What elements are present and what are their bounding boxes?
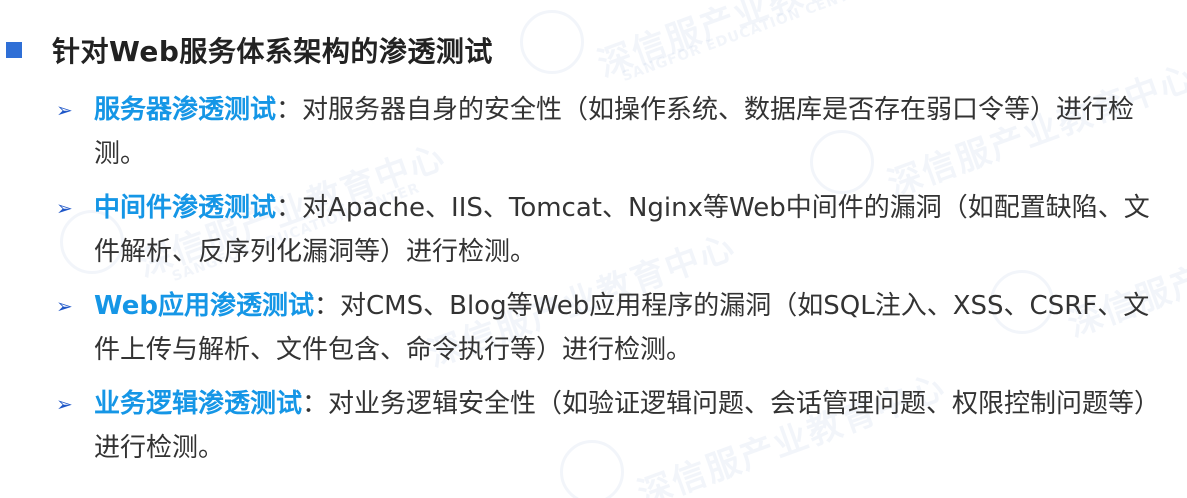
list-item-body: 业务逻辑渗透测试：对业务逻辑安全性（如验证逻辑问题、会话管理问题、权限控制问题等…	[94, 382, 1166, 470]
slide: 深信服产业教育中心 SANGFOR EDUCATION CENTER 深信服产业…	[0, 0, 1187, 498]
item-separator: ：	[276, 95, 303, 125]
item-separator: ：	[314, 291, 341, 321]
list-item-body: 服务器渗透测试：对服务器自身的安全性（如操作系统、数据库是否存在弱口令等）进行检…	[94, 88, 1166, 176]
item-term: 业务逻辑渗透测试	[94, 389, 303, 419]
list-item-body: 中间件渗透测试：对Apache、IIS、Tomcat、Nginx等Web中间件的…	[94, 186, 1166, 274]
arrow-bullet-icon: ➢	[56, 196, 73, 220]
watermark-logo	[520, 10, 584, 74]
item-term: Web应用渗透测试	[94, 291, 314, 321]
watermark-subtext: SANGFOR EDUCATION CENTER	[620, 0, 873, 86]
page-title: 针对Web服务体系架构的渗透测试	[52, 35, 493, 68]
list-item: ➢ 中间件渗透测试：对Apache、IIS、Tomcat、Nginx等Web中间…	[56, 186, 1166, 274]
arrow-bullet-icon: ➢	[56, 294, 73, 318]
list-item: ➢ Web应用渗透测试：对CMS、Blog等Web应用程序的漏洞（如SQL注入、…	[56, 284, 1166, 372]
list-item-body: Web应用渗透测试：对CMS、Blog等Web应用程序的漏洞（如SQL注入、XS…	[94, 284, 1166, 372]
item-term: 中间件渗透测试	[94, 193, 277, 223]
heading-bullet-square	[6, 42, 22, 58]
arrow-bullet-icon: ➢	[56, 98, 73, 122]
watermark-text: 深信服产业教育中心	[592, 0, 911, 86]
list-item: ➢ 服务器渗透测试：对服务器自身的安全性（如操作系统、数据库是否存在弱口令等）进…	[56, 88, 1166, 176]
item-separator: ：	[276, 193, 303, 223]
heading: 针对Web服务体系架构的渗透测试	[0, 30, 493, 70]
arrow-bullet-icon: ➢	[56, 392, 73, 416]
item-term: 服务器渗透测试	[94, 95, 277, 125]
bullet-list: ➢ 服务器渗透测试：对服务器自身的安全性（如操作系统、数据库是否存在弱口令等）进…	[56, 88, 1166, 480]
list-item: ➢ 业务逻辑渗透测试：对业务逻辑安全性（如验证逻辑问题、会话管理问题、权限控制问…	[56, 382, 1166, 470]
item-separator: ：	[302, 389, 329, 419]
